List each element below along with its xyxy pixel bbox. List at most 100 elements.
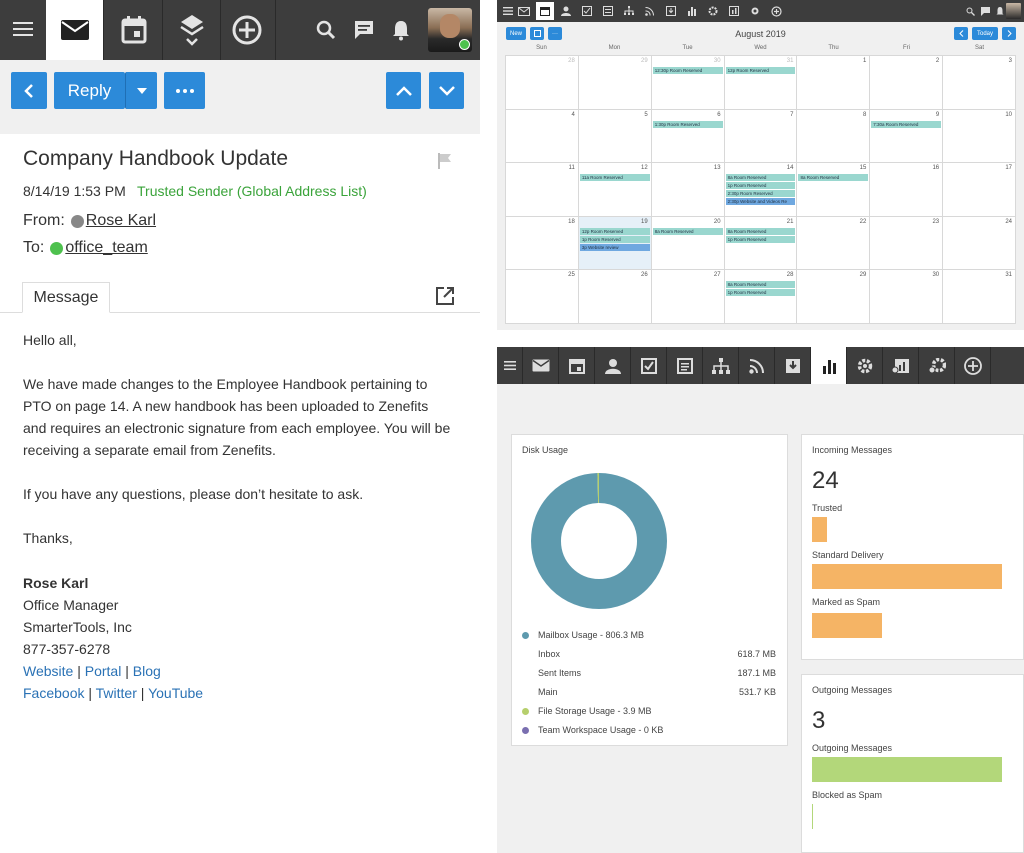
reply-button[interactable]: Reply bbox=[54, 72, 125, 109]
calendar-event[interactable]: 3p Website review bbox=[579, 243, 650, 251]
reports-icon[interactable] bbox=[683, 2, 701, 20]
back-button[interactable] bbox=[11, 72, 47, 109]
bell-icon[interactable] bbox=[388, 17, 414, 43]
calendar-day-cell[interactable]: 27 bbox=[651, 270, 725, 324]
next-message-button[interactable] bbox=[429, 72, 464, 109]
reports-icon[interactable] bbox=[811, 347, 847, 384]
mail-icon[interactable] bbox=[523, 347, 559, 384]
contacts-icon[interactable] bbox=[595, 347, 631, 384]
notes-icon[interactable] bbox=[599, 2, 617, 20]
portal-link[interactable]: Portal bbox=[85, 663, 122, 679]
add-circle-icon[interactable] bbox=[955, 347, 991, 384]
calendar-day-cell[interactable]: 8 bbox=[797, 109, 871, 164]
calendar-day-cell[interactable]: 17 bbox=[943, 163, 1017, 217]
tab-message[interactable]: Message bbox=[22, 282, 110, 313]
calendar-day-cell[interactable]: 21 8a Room Reserved 1p Room Reserved bbox=[724, 216, 798, 271]
calendar-event[interactable]: 8a Room Reserved bbox=[798, 174, 869, 182]
tasks-icon[interactable] bbox=[578, 2, 596, 20]
next-month-button[interactable] bbox=[1002, 27, 1016, 40]
sitemap-icon[interactable] bbox=[620, 2, 638, 20]
calendar-day-cell[interactable]: 19 12p Room Reserved 1p Room Reserved 3p We… bbox=[578, 216, 652, 271]
recipient-name[interactable]: office_team bbox=[65, 239, 147, 257]
calendar-event[interactable]: 12p Room Reserved bbox=[579, 227, 650, 235]
calendar-day-cell[interactable]: 15 8a Room Reserved bbox=[797, 163, 871, 217]
calendar-day-cell[interactable]: 7 bbox=[724, 109, 798, 164]
reply-options-button[interactable] bbox=[125, 72, 157, 109]
calendar-icon[interactable] bbox=[536, 2, 554, 20]
calendar-day-cell[interactable]: 20 8a Room Reserved bbox=[651, 216, 725, 271]
previous-message-button[interactable] bbox=[386, 72, 421, 109]
calendar-day-cell[interactable]: 23 bbox=[870, 216, 944, 271]
calendar-day-cell[interactable]: 1 bbox=[797, 56, 871, 110]
download-icon[interactable] bbox=[775, 347, 811, 384]
calendar-day-cell[interactable]: 9 7:30a Room Reserved bbox=[870, 109, 944, 164]
calendar-event[interactable]: 8a Room Reserved bbox=[725, 281, 796, 289]
calendar-day-cell[interactable]: 2 bbox=[870, 56, 944, 110]
notes-icon[interactable] bbox=[667, 347, 703, 384]
calendar-event[interactable]: 2:30p Website and Videos Re bbox=[725, 198, 796, 206]
add-circle-icon[interactable] bbox=[767, 2, 785, 20]
calendar-event[interactable]: 7:30a Room Reserved bbox=[871, 120, 942, 128]
today-button[interactable]: Today bbox=[972, 27, 998, 40]
sitemap-icon[interactable] bbox=[703, 347, 739, 384]
domain-reports-icon[interactable] bbox=[725, 2, 743, 20]
domain-reports-icon[interactable] bbox=[883, 347, 919, 384]
facebook-link[interactable]: Facebook bbox=[23, 685, 84, 701]
calendar-event[interactable]: 1p Room Reserved bbox=[579, 235, 650, 243]
nav-more[interactable] bbox=[163, 0, 221, 60]
calendar-day-cell[interactable]: 12 11a Room Reserved bbox=[578, 163, 652, 217]
calendar-event[interactable]: 2:30p Room Reserved bbox=[725, 190, 796, 198]
calendar-event[interactable]: 12:30p Room Reserved bbox=[652, 67, 723, 74]
contacts-icon[interactable] bbox=[557, 2, 575, 20]
gear-icon[interactable] bbox=[704, 2, 722, 20]
calendar-event[interactable]: 8a Room Reserved bbox=[725, 174, 796, 182]
nav-calendar[interactable] bbox=[105, 0, 163, 60]
calendar-day-cell[interactable]: 29 bbox=[578, 56, 652, 110]
calendar-day-cell[interactable]: 6 1:30p Room Reserved bbox=[651, 109, 725, 164]
hamburger-menu-icon[interactable] bbox=[497, 347, 523, 384]
calendar-event[interactable]: 1p Room Reserved bbox=[725, 235, 796, 243]
calendar-day-cell[interactable]: 30 12:30p Room Reserved bbox=[651, 56, 725, 110]
calendar-day-cell[interactable]: 28 8a Room Reserved 1p Room Reserved bbox=[724, 270, 798, 324]
blog-link[interactable]: Blog bbox=[133, 663, 161, 679]
calendar-event[interactable]: 12p Room Reserved bbox=[725, 67, 796, 74]
rss-icon[interactable] bbox=[641, 2, 659, 20]
calendar-day-cell[interactable]: 18 bbox=[506, 216, 579, 271]
calendar-day-cell[interactable]: 29 bbox=[797, 270, 871, 324]
calendar-day-cell[interactable]: 4 bbox=[506, 109, 579, 164]
twitter-link[interactable]: Twitter bbox=[96, 685, 137, 701]
hamburger-menu-icon[interactable] bbox=[8, 18, 38, 42]
gear-icon[interactable] bbox=[847, 347, 883, 384]
user-avatar[interactable] bbox=[1006, 3, 1021, 19]
chat-icon[interactable] bbox=[351, 17, 377, 43]
domain-settings-icon[interactable] bbox=[919, 347, 955, 384]
calendar-day-cell[interactable]: 26 bbox=[578, 270, 652, 324]
calendar-day-cell[interactable]: 31 12p Room Reserved bbox=[724, 56, 798, 110]
download-icon[interactable] bbox=[662, 2, 680, 20]
calendar-icon[interactable] bbox=[559, 347, 595, 384]
calendar-event[interactable]: 8a Room Reserved bbox=[652, 227, 723, 235]
calendar-event[interactable]: 11a Room Reserved bbox=[579, 174, 650, 182]
calendar-day-cell[interactable]: 5 bbox=[578, 109, 652, 164]
rss-icon[interactable] bbox=[739, 347, 775, 384]
calendar-day-cell[interactable]: 28 bbox=[506, 56, 579, 110]
calendar-event[interactable]: 1p Room Reserved bbox=[725, 182, 796, 190]
sender-name[interactable]: Rose Karl bbox=[86, 212, 156, 230]
calendar-day-cell[interactable]: 13 bbox=[651, 163, 725, 217]
more-actions-button[interactable] bbox=[164, 72, 205, 109]
search-icon[interactable] bbox=[313, 17, 339, 43]
calendar-day-cell[interactable]: 22 bbox=[797, 216, 871, 271]
prev-month-button[interactable] bbox=[954, 27, 968, 40]
flag-icon[interactable] bbox=[437, 152, 453, 175]
popout-icon[interactable] bbox=[435, 286, 455, 311]
youtube-link[interactable]: YouTube bbox=[148, 685, 203, 701]
calendar-day-cell[interactable]: 24 bbox=[943, 216, 1017, 271]
mail-icon[interactable] bbox=[515, 2, 533, 20]
calendar-day-cell[interactable]: 25 bbox=[506, 270, 579, 324]
calendar-day-cell[interactable]: 11 bbox=[506, 163, 579, 217]
website-link[interactable]: Website bbox=[23, 663, 73, 679]
calendar-day-cell[interactable]: 3 bbox=[943, 56, 1017, 110]
tasks-icon[interactable] bbox=[631, 347, 667, 384]
calendar-day-cell[interactable]: 31 bbox=[943, 270, 1017, 324]
nav-mail[interactable] bbox=[46, 0, 104, 60]
